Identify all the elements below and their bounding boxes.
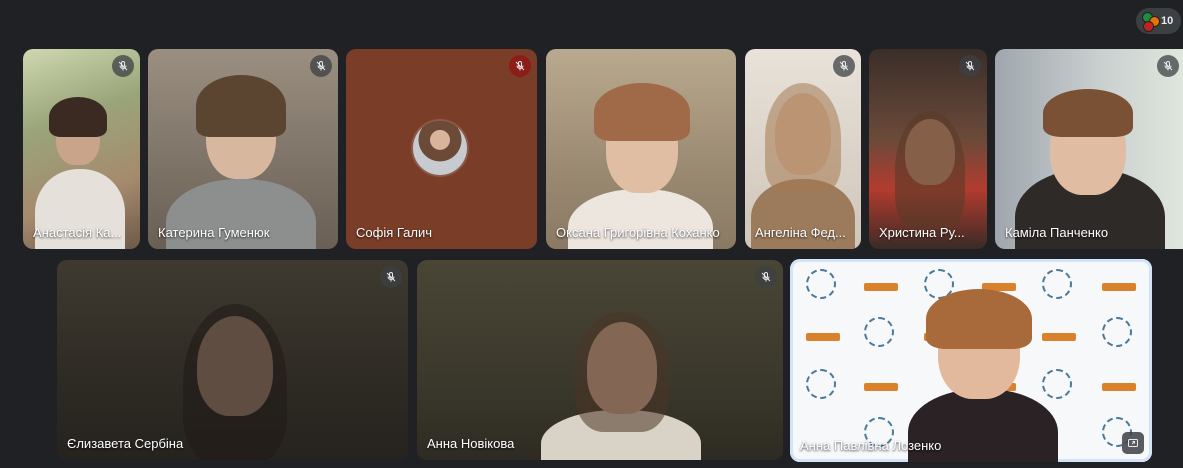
mic-off-icon bbox=[112, 55, 134, 77]
participant-hair bbox=[575, 312, 669, 432]
participant-tile[interactable]: Ангеліна Фед... bbox=[745, 49, 861, 249]
participant-name: Ангеліна Фед... bbox=[755, 225, 846, 240]
mic-off-icon bbox=[959, 55, 981, 77]
mic-off-icon bbox=[1157, 55, 1179, 77]
participant-hair bbox=[1043, 89, 1133, 137]
participant-tile[interactable]: Оксана Григорівна Коханко bbox=[546, 49, 736, 249]
participant-name: Христина Ру... bbox=[879, 225, 965, 240]
participant-hair bbox=[594, 83, 690, 141]
participant-tile[interactable]: Єлизавета Сербіна bbox=[57, 260, 408, 460]
expand-icon bbox=[1128, 439, 1138, 447]
participant-tile[interactable]: Христина Ру... bbox=[869, 49, 987, 249]
participant-name: Софія Галич bbox=[356, 225, 433, 240]
participant-body bbox=[568, 189, 713, 249]
mic-off-icon bbox=[509, 55, 531, 77]
participant-tile[interactable]: Анна Новікова bbox=[417, 260, 783, 460]
participant-hair bbox=[926, 289, 1032, 349]
participant-tile-active-speaker[interactable]: Анна Павлівна Лозенко bbox=[790, 259, 1152, 462]
participant-tile[interactable]: Каміла Панченко bbox=[995, 49, 1183, 249]
participant-name: Оксана Григорівна Коханко bbox=[556, 225, 720, 240]
participant-hair bbox=[183, 304, 287, 460]
participant-name: Єлизавета Сербіна bbox=[67, 436, 184, 451]
mic-off-icon bbox=[755, 266, 777, 288]
participant-name: Катерина Гуменюк bbox=[158, 225, 270, 240]
participant-tile[interactable]: Катерина Гуменюк bbox=[148, 49, 338, 249]
participant-hair bbox=[49, 97, 107, 137]
participant-tile[interactable]: Софія Галич bbox=[346, 49, 537, 249]
mic-off-icon bbox=[380, 266, 402, 288]
participant-name: Анна Павлівна Лозенко bbox=[800, 438, 942, 453]
participant-avatars-icon bbox=[1140, 11, 1160, 32]
participant-name: Каміла Панченко bbox=[1005, 225, 1109, 240]
participant-name: Анастасія Ка... bbox=[33, 225, 122, 240]
mic-off-icon bbox=[310, 55, 332, 77]
participants-count: 10 bbox=[1161, 15, 1174, 27]
participants-count-badge[interactable]: 10 bbox=[1136, 8, 1181, 34]
pin-expand-button[interactable] bbox=[1122, 432, 1144, 454]
participant-hair bbox=[895, 111, 965, 231]
participant-tile[interactable]: Анастасія Ка... bbox=[23, 49, 140, 249]
participant-name: Анна Новікова bbox=[427, 436, 515, 451]
participant-hair bbox=[196, 75, 286, 137]
participant-hair bbox=[765, 83, 841, 193]
mic-off-icon bbox=[833, 55, 855, 77]
participant-avatar bbox=[413, 121, 467, 175]
